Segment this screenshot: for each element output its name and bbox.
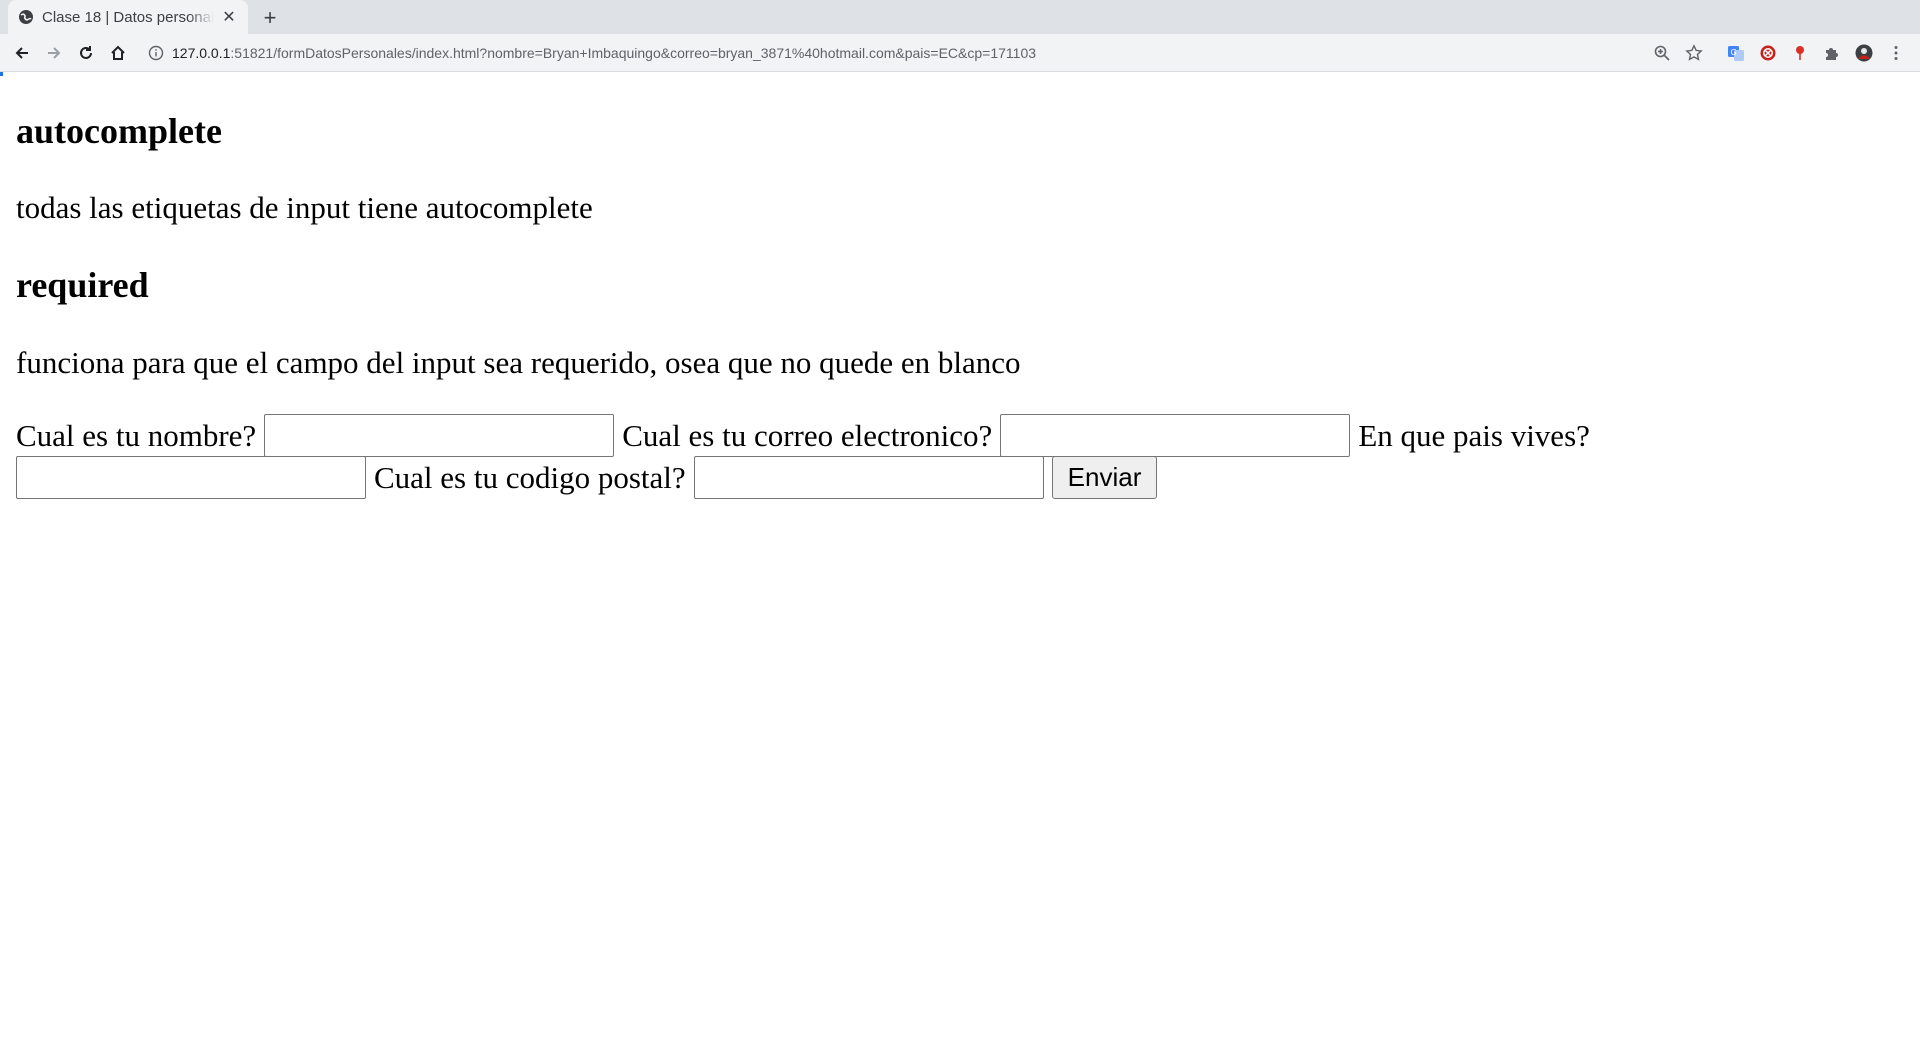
zoom-icon[interactable]: [1646, 37, 1678, 69]
forward-arrow-icon: [48, 46, 61, 59]
label-nombre: Cual es tu nombre?: [16, 417, 257, 453]
url-path: :51821/formDatosPersonales/index.html?no…: [230, 45, 1037, 61]
tab-title: Clase 18 | Datos personales: [42, 8, 214, 26]
url-text[interactable]: 127.0.0.1:51821/formDatosPersonales/inde…: [172, 45, 1036, 61]
form-line-1: Cual es tu nombre? Cual es tu correo ele…: [16, 414, 1590, 457]
paragraph-autocomplete: todas las etiquetas de input tiene autoc…: [16, 190, 593, 225]
form-line-2: Cual es tu codigo postal? Enviar: [16, 456, 1158, 499]
label-codigo-postal: Cual es tu codigo postal?: [374, 459, 686, 495]
address-bar[interactable]: 127.0.0.1:51821/formDatosPersonales/inde…: [140, 37, 1910, 69]
label-correo: Cual es tu correo electronico?: [622, 417, 993, 453]
back-arrow-icon: [15, 46, 28, 59]
pais-input[interactable]: [16, 456, 366, 499]
label-pais: En que pais vives?: [1358, 417, 1590, 453]
correo-input[interactable]: [1000, 414, 1351, 457]
browser-tab[interactable]: Clase 18 | Datos personales ✕: [8, 0, 248, 34]
translate-extension-icon[interactable]: G: [1720, 37, 1752, 69]
close-tab-icon[interactable]: ✕: [220, 8, 238, 26]
heading-autocomplete: autocomplete: [16, 111, 222, 151]
back-button[interactable]: [6, 37, 38, 69]
extensions-puzzle-icon[interactable]: [1816, 37, 1848, 69]
bookmark-star-icon[interactable]: [1678, 37, 1710, 69]
paragraph-required: funciona para que el campo del input sea…: [16, 345, 1021, 380]
tab-strip: Clase 18 | Datos personales ✕ +: [0, 0, 1920, 34]
new-tab-button[interactable]: +: [258, 5, 282, 30]
home-button[interactable]: [102, 37, 134, 69]
page-load-indicator: [0, 72, 3, 76]
url-host: 127.0.0.1: [172, 45, 231, 61]
adblock-extension-icon[interactable]: [1752, 37, 1784, 69]
pin-extension-icon[interactable]: [1784, 37, 1816, 69]
forward-button[interactable]: [38, 37, 70, 69]
codigo-postal-input[interactable]: [693, 456, 1044, 499]
svg-text:G: G: [1731, 48, 1737, 57]
nombre-input[interactable]: [264, 414, 615, 457]
globe-icon: [18, 9, 34, 25]
reload-icon: [80, 45, 92, 59]
heading-required: required: [16, 265, 149, 305]
menu-kebab-icon[interactable]: [1880, 37, 1912, 69]
info-icon[interactable]: [148, 45, 164, 61]
browser-toolbar: 127.0.0.1:51821/formDatosPersonales/inde…: [0, 34, 1920, 72]
home-icon: [111, 45, 125, 60]
enviar-button[interactable]: Enviar: [1051, 456, 1158, 499]
profile-avatar[interactable]: [1848, 37, 1880, 69]
toolbar-actions: G: [1646, 34, 1912, 72]
reload-button[interactable]: [70, 37, 102, 69]
